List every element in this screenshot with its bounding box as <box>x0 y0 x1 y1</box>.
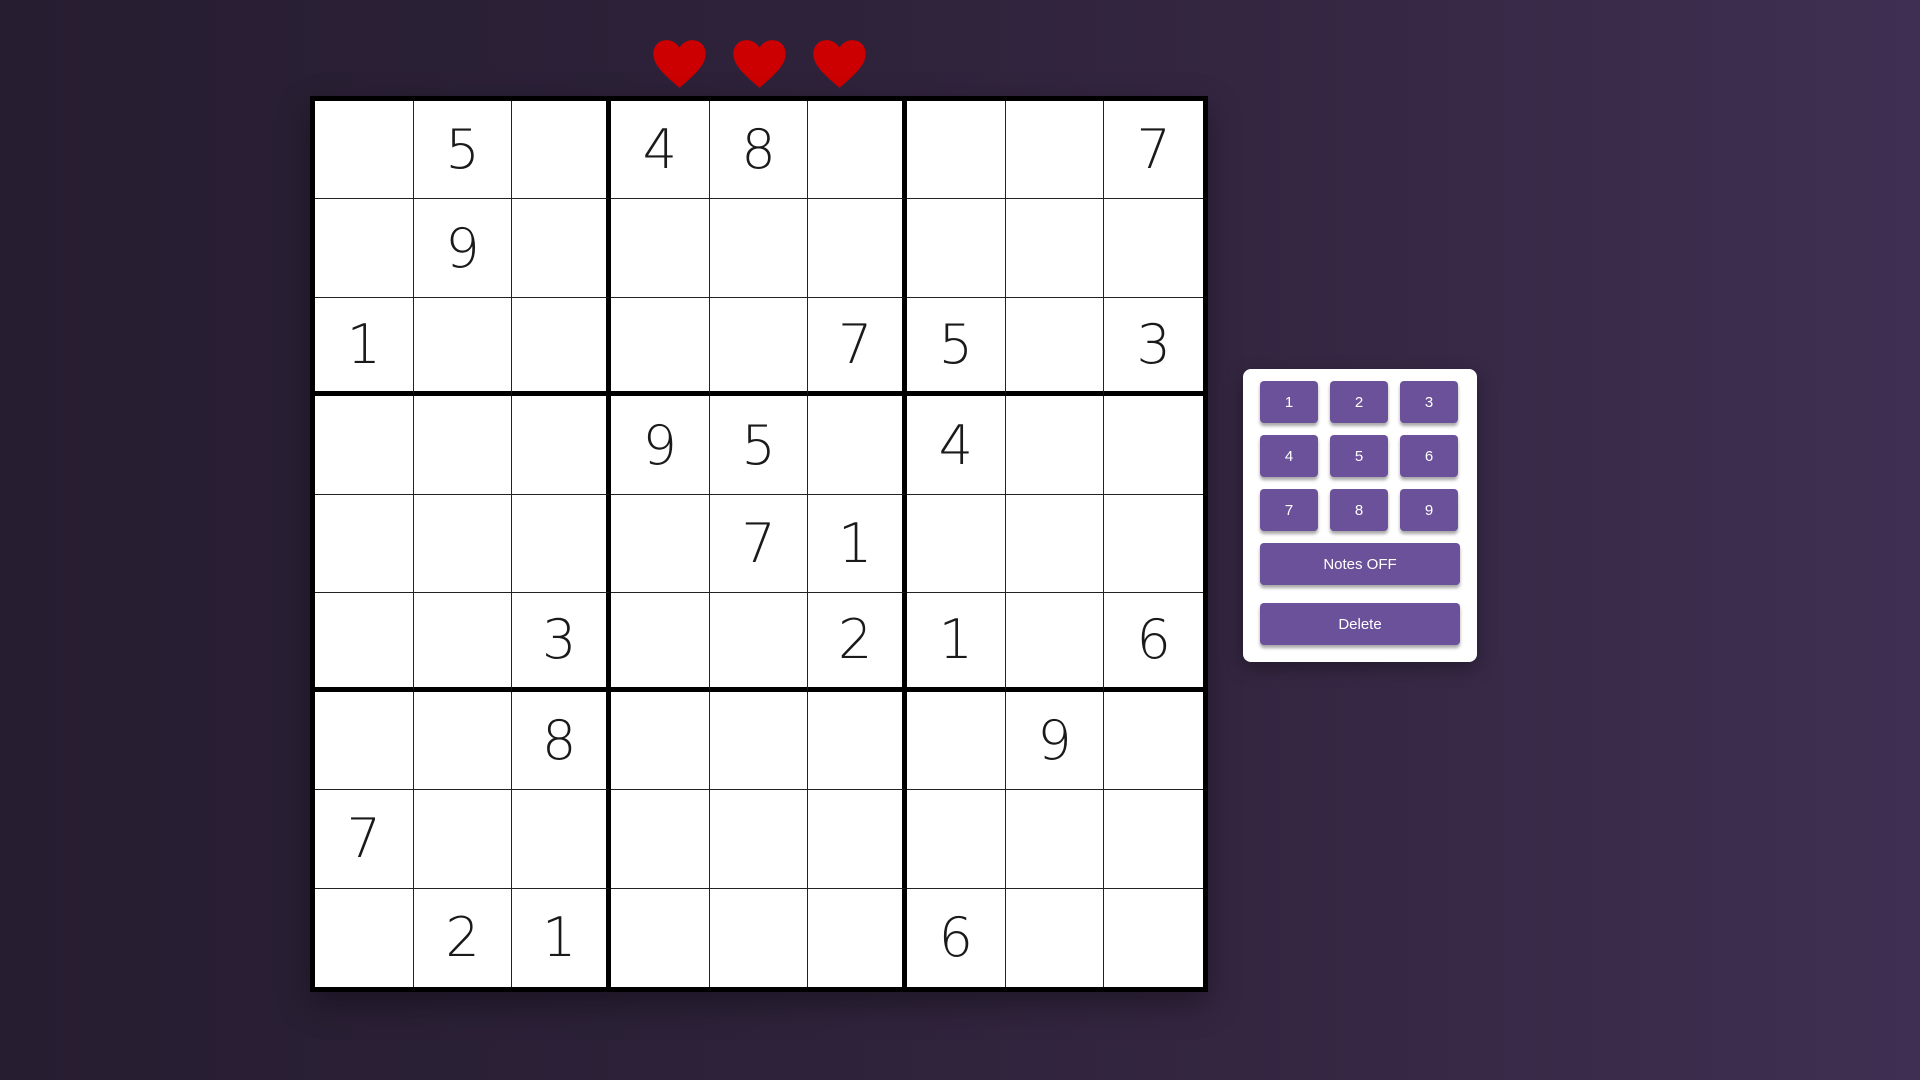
sudoku-cell[interactable] <box>413 691 513 791</box>
sudoku-cell[interactable] <box>906 691 1006 791</box>
sudoku-cell[interactable]: 1 <box>512 888 611 987</box>
number-button-6[interactable]: 6 <box>1400 435 1458 477</box>
sudoku-cell[interactable]: 6 <box>1104 593 1203 692</box>
sudoku-cell[interactable] <box>610 593 710 692</box>
sudoku-cell[interactable] <box>808 101 907 200</box>
sudoku-cell[interactable] <box>808 790 907 889</box>
sudoku-cell[interactable] <box>709 691 809 791</box>
heart-icon <box>813 40 866 88</box>
sudoku-cell[interactable] <box>413 593 513 692</box>
sudoku-cell[interactable] <box>610 691 710 791</box>
sudoku-cell[interactable] <box>315 101 414 200</box>
sudoku-cell[interactable] <box>413 790 513 889</box>
sudoku-cell[interactable]: 8 <box>709 101 809 200</box>
sudoku-cell[interactable] <box>512 396 611 495</box>
sudoku-cell[interactable] <box>1104 790 1203 889</box>
sudoku-cell[interactable] <box>808 888 907 987</box>
number-button-3[interactable]: 3 <box>1400 381 1458 423</box>
sudoku-cell[interactable]: 2 <box>414 888 513 987</box>
sudoku-cell[interactable] <box>710 888 809 987</box>
sudoku-cell[interactable]: 7 <box>709 494 809 594</box>
number-button-2[interactable]: 2 <box>1330 381 1388 423</box>
sudoku-cell[interactable] <box>413 494 513 594</box>
sudoku-cell[interactable]: 4 <box>906 396 1006 495</box>
number-button-8[interactable]: 8 <box>1330 489 1388 531</box>
heart-icon <box>733 40 786 88</box>
sudoku-cell[interactable] <box>1006 888 1105 987</box>
sudoku-cell[interactable] <box>413 297 513 397</box>
sudoku-cell[interactable] <box>512 494 611 594</box>
sudoku-cell[interactable] <box>512 199 611 298</box>
sudoku-cell[interactable] <box>709 199 809 298</box>
sudoku-cell[interactable] <box>906 101 1006 200</box>
number-button-4[interactable]: 4 <box>1260 435 1318 477</box>
sudoku-cell[interactable] <box>808 199 907 298</box>
sudoku-cell[interactable]: 9 <box>413 199 513 298</box>
sudoku-cell[interactable] <box>512 790 611 889</box>
number-button-7[interactable]: 7 <box>1260 489 1318 531</box>
sudoku-cell[interactable] <box>1104 889 1203 987</box>
sudoku-cell[interactable] <box>1005 396 1105 495</box>
heart-icon <box>653 40 706 88</box>
sudoku-cell[interactable]: 1 <box>315 297 414 397</box>
sudoku-cell[interactable] <box>315 691 414 791</box>
sudoku-cell[interactable]: 3 <box>512 593 611 692</box>
sudoku-cell[interactable] <box>610 297 710 397</box>
sudoku-cell[interactable] <box>610 199 710 298</box>
sudoku-cell[interactable] <box>709 297 809 397</box>
sudoku-cell[interactable] <box>1104 396 1203 495</box>
sudoku-cell[interactable] <box>315 199 414 298</box>
sudoku-cell[interactable]: 8 <box>512 691 611 791</box>
sudoku-cell[interactable] <box>610 494 710 594</box>
sudoku-cell[interactable] <box>1104 692 1203 791</box>
sudoku-cell[interactable] <box>1005 494 1105 594</box>
sudoku-cell[interactable] <box>1104 495 1203 594</box>
sudoku-cell[interactable] <box>1005 101 1105 200</box>
sudoku-cell[interactable] <box>906 494 1006 594</box>
sudoku-cell[interactable] <box>906 199 1006 298</box>
sudoku-cell[interactable] <box>1104 199 1203 298</box>
sudoku-cell[interactable]: 9 <box>1005 691 1105 791</box>
sudoku-cell[interactable]: 5 <box>413 101 513 200</box>
sudoku-cell[interactable] <box>413 396 513 495</box>
sudoku-cell[interactable]: 7 <box>808 297 907 397</box>
sudoku-cell[interactable] <box>315 494 414 594</box>
sudoku-cell[interactable]: 4 <box>610 101 710 200</box>
sudoku-cell[interactable] <box>1005 790 1105 889</box>
sudoku-cell[interactable]: 6 <box>907 888 1006 987</box>
sudoku-cell[interactable] <box>315 396 414 495</box>
sudoku-cell[interactable] <box>808 396 907 495</box>
number-button-1[interactable]: 1 <box>1260 381 1318 423</box>
sudoku-cell[interactable] <box>315 593 414 692</box>
sudoku-cell[interactable] <box>512 297 611 397</box>
sudoku-cell[interactable] <box>611 888 710 987</box>
delete-button[interactable]: Delete <box>1260 603 1460 645</box>
sudoku-cell[interactable]: 7 <box>315 790 414 889</box>
sudoku-cell[interactable] <box>1005 297 1105 397</box>
sudoku-cell[interactable] <box>808 691 907 791</box>
sudoku-cell[interactable]: 7 <box>1104 101 1203 200</box>
notes-toggle-button[interactable]: Notes OFF <box>1260 543 1460 585</box>
sudoku-cell[interactable] <box>1005 199 1105 298</box>
number-button-9[interactable]: 9 <box>1400 489 1458 531</box>
sudoku-cell[interactable] <box>315 888 414 987</box>
sudoku-cell[interactable] <box>610 790 710 889</box>
sudoku-cell[interactable] <box>906 790 1006 889</box>
sudoku-cell[interactable]: 5 <box>709 396 809 495</box>
sudoku-cell[interactable]: 3 <box>1104 298 1203 397</box>
number-keypad: 1 2 3 4 5 6 7 8 9 Notes OFF Delete <box>1243 369 1477 662</box>
sudoku-cell[interactable] <box>1005 593 1105 692</box>
sudoku-cell[interactable]: 1 <box>906 593 1006 692</box>
sudoku-cell[interactable]: 2 <box>808 593 907 692</box>
lives-indicator <box>652 36 872 92</box>
number-button-5[interactable]: 5 <box>1330 435 1388 477</box>
sudoku-board: 548791753954713216897216 <box>310 96 1208 992</box>
sudoku-cell[interactable]: 9 <box>610 396 710 495</box>
sudoku-cell[interactable]: 1 <box>808 494 907 594</box>
sudoku-cell[interactable]: 5 <box>906 297 1006 397</box>
sudoku-cell[interactable] <box>512 101 611 200</box>
sudoku-cell[interactable] <box>709 593 809 692</box>
sudoku-cell[interactable] <box>709 790 809 889</box>
